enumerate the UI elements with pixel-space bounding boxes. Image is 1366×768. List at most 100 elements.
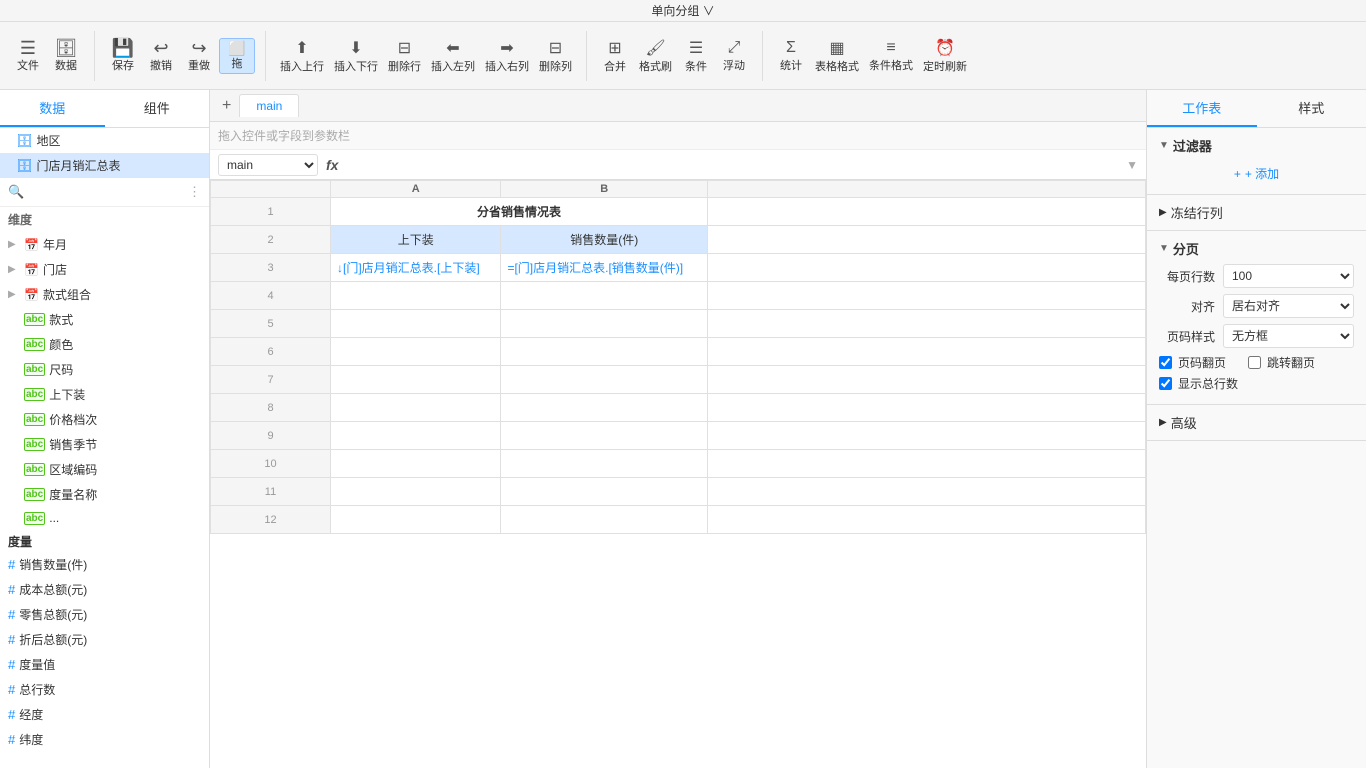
- show-total-checkbox[interactable]: [1159, 377, 1172, 390]
- source-store-monthly[interactable]: 🗄 门店月销汇总表: [0, 153, 209, 178]
- dim-area-code[interactable]: ▶ abc 区域编码: [0, 457, 209, 482]
- col-header-a[interactable]: A: [331, 181, 501, 198]
- condition-button[interactable]: ☰ 条件: [678, 36, 714, 76]
- col-header-b[interactable]: B: [501, 181, 708, 198]
- advanced-section-header[interactable]: ▶ 高级: [1147, 405, 1366, 441]
- empty-cell-5a[interactable]: [331, 310, 501, 338]
- dim-color[interactable]: ▶ abc 颜色: [0, 332, 209, 357]
- align-select[interactable]: 居右对齐: [1223, 294, 1354, 318]
- formula-cell-a3[interactable]: ↓[门]店月销汇总表.[上下装]: [331, 254, 501, 282]
- delete-row-label: 删除行: [388, 58, 421, 74]
- show-total-label[interactable]: 显示总行数: [1178, 375, 1238, 392]
- jump-page-checkbox[interactable]: [1248, 356, 1261, 369]
- delete-col-button[interactable]: ⊟ 删除列: [535, 36, 576, 76]
- schedule-button[interactable]: ⏰ 定时刷新: [919, 36, 971, 76]
- rows-per-page-select[interactable]: 100: [1223, 264, 1354, 288]
- insert-down-button[interactable]: ⬇ 插入下行: [330, 36, 382, 76]
- pagination-section-header[interactable]: ▼ 分页: [1159, 239, 1354, 258]
- cond-format-button[interactable]: ≡ 条件格式: [865, 37, 917, 75]
- source-area[interactable]: 🗄 地区: [0, 128, 209, 153]
- empty-cell-7b[interactable]: [501, 366, 708, 394]
- page-nav-checkbox[interactable]: [1159, 356, 1172, 369]
- undo-button[interactable]: ↩ 撤销: [143, 37, 179, 75]
- tab-worksheet[interactable]: 工作表: [1147, 90, 1257, 127]
- measure-latitude[interactable]: # 纬度: [0, 727, 209, 752]
- format-brush-button[interactable]: 🖌 格式刷: [635, 36, 676, 76]
- page-style-label: 页码样式: [1159, 328, 1215, 345]
- formula-input[interactable]: [346, 158, 1118, 172]
- redo-button[interactable]: ↪ 重做: [181, 37, 217, 75]
- add-sheet-button[interactable]: +: [218, 95, 235, 117]
- dim-style-combo[interactable]: ▶ 📅 款式组合: [0, 282, 209, 307]
- formula-dropdown-icon[interactable]: ▼: [1126, 158, 1138, 172]
- delete-row-button[interactable]: ⊟ 删除行: [384, 36, 425, 76]
- dim-store[interactable]: ▶ 📅 门店: [0, 257, 209, 282]
- measure-discount-total[interactable]: # 折后总额(元): [0, 627, 209, 652]
- dim-size[interactable]: ▶ abc 尺码: [0, 357, 209, 382]
- drag-button[interactable]: ⬜ 拖: [219, 38, 255, 74]
- empty-cell-9b[interactable]: [501, 422, 708, 450]
- dim-year-month[interactable]: ▶ 📅 年月: [0, 232, 209, 257]
- empty-cell-7a[interactable]: [331, 366, 501, 394]
- merge-button[interactable]: ⊞ 合并: [597, 36, 633, 76]
- jump-page-label[interactable]: 跳转翻页: [1267, 354, 1315, 371]
- measure-measure-val[interactable]: # 度量值: [0, 652, 209, 677]
- measure-longitude[interactable]: # 经度: [0, 702, 209, 727]
- insert-left-button[interactable]: ⬅ 插入左列: [427, 36, 479, 76]
- empty-cell-5b[interactable]: [501, 310, 708, 338]
- empty-cell-12b[interactable]: [501, 506, 708, 534]
- title-cell[interactable]: 分省销售情况表: [331, 198, 708, 226]
- formula-cell-b3[interactable]: =[门]店月销汇总表.[销售数量(件)]: [501, 254, 708, 282]
- empty-cell-8a[interactable]: [331, 394, 501, 422]
- empty-cell-11a[interactable]: [331, 478, 501, 506]
- stats-button[interactable]: Σ 统计: [773, 37, 809, 75]
- table-row: 4: [211, 282, 1146, 310]
- add-filter-button[interactable]: + + 添加: [1159, 161, 1354, 186]
- save-button[interactable]: 💾 保存: [105, 37, 141, 75]
- insert-up-icon: ⬆: [295, 38, 308, 58]
- search-icon[interactable]: 🔍: [8, 184, 24, 200]
- tab-components[interactable]: 组件: [105, 90, 210, 127]
- empty-cell-10a[interactable]: [331, 450, 501, 478]
- file-button[interactable]: ☰ 文件: [10, 37, 46, 75]
- dim-price-level[interactable]: ▶ abc 价格档次: [0, 407, 209, 432]
- float-button[interactable]: ⤢ 浮动: [716, 37, 752, 75]
- sidebar-search-bar: 🔍 ⋮: [0, 178, 209, 207]
- header-cell-updown[interactable]: 上下装: [331, 226, 501, 254]
- freeze-section-header[interactable]: ▶ 冻结行列: [1147, 195, 1366, 231]
- measure-cost-total[interactable]: # 成本总额(元): [0, 577, 209, 602]
- tab-data[interactable]: 数据: [0, 90, 105, 127]
- cell-ref-select[interactable]: main: [218, 154, 318, 176]
- empty-cell-12a[interactable]: [331, 506, 501, 534]
- empty-cell-8b[interactable]: [501, 394, 708, 422]
- expand-icon[interactable]: ⋮: [188, 184, 201, 200]
- filter-section-header[interactable]: ▼ 过滤器: [1159, 136, 1354, 155]
- empty-cell-9a[interactable]: [331, 422, 501, 450]
- header-cell-qty[interactable]: 销售数量(件): [501, 226, 708, 254]
- dim-other[interactable]: ▶ abc ...: [0, 507, 209, 529]
- measure-total-rows[interactable]: # 总行数: [0, 677, 209, 702]
- empty-cell-6a[interactable]: [331, 338, 501, 366]
- insert-right-button[interactable]: ➡ 插入右列: [481, 36, 533, 76]
- dim-sales-season[interactable]: ▶ abc 销售季节: [0, 432, 209, 457]
- cell-format-button[interactable]: ▦ 表格格式: [811, 36, 863, 76]
- empty-cell-10b[interactable]: [501, 450, 708, 478]
- measure-retail-total[interactable]: # 零售总额(元): [0, 602, 209, 627]
- page-nav-label[interactable]: 页码翻页: [1178, 354, 1226, 371]
- dim-updown[interactable]: ▶ abc 上下装: [0, 382, 209, 407]
- insert-up-button[interactable]: ⬆ 插入上行: [276, 36, 328, 76]
- measure-sales-qty[interactable]: # 销售数量(件): [0, 552, 209, 577]
- dim-measure-name[interactable]: ▶ abc 度量名称: [0, 482, 209, 507]
- dim-style[interactable]: ▶ abc 款式: [0, 307, 209, 332]
- empty-cell-6b[interactable]: [501, 338, 708, 366]
- sheet-tab-main[interactable]: main: [239, 94, 299, 117]
- empty-cell-4a[interactable]: [331, 282, 501, 310]
- spreadsheet-area[interactable]: A B 1 分省销售情况表: [210, 180, 1146, 768]
- page-style-select[interactable]: 无方框: [1223, 324, 1354, 348]
- pagination-section: ▼ 分页 每页行数 100 对齐 居右对齐 页码样式 无方框: [1147, 231, 1366, 405]
- data-button[interactable]: 🗄 数据: [48, 37, 84, 75]
- empty-cell-4b[interactable]: [501, 282, 708, 310]
- empty-cell-11b[interactable]: [501, 478, 708, 506]
- tab-style[interactable]: 样式: [1257, 90, 1366, 127]
- col-header-empty[interactable]: [708, 181, 1146, 198]
